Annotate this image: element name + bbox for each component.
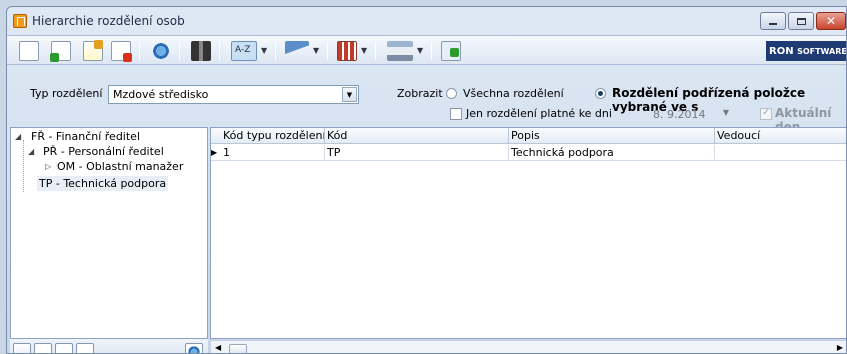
tree-item-fr[interactable]: FŘ - Finanční ředitel <box>31 129 140 144</box>
column-header[interactable]: Kód typu rozdělení <box>221 128 325 144</box>
column-header[interactable]: Vedoucí <box>715 128 846 144</box>
window: Hierarchie rozdělení osob ✕ A-Z ▼ ▼ ▼ ▼ … <box>6 6 847 354</box>
radio-all-label[interactable]: Všechna rozdělení <box>463 87 564 100</box>
radio-subordinate[interactable] <box>595 88 606 99</box>
maximize-button[interactable] <box>788 12 814 30</box>
add-icon[interactable] <box>50 41 71 62</box>
collapse-icon[interactable]: ◢ <box>28 147 34 156</box>
export-icon[interactable] <box>441 41 461 61</box>
valid-date-label[interactable]: Jen rozdělení platné ke dni <box>466 107 612 120</box>
scroll-thumb[interactable] <box>229 344 247 353</box>
collapse-icon[interactable]: ◢ <box>15 132 21 141</box>
new-icon[interactable] <box>13 343 31 353</box>
edit-icon[interactable] <box>83 40 103 61</box>
delete-icon[interactable] <box>111 41 132 62</box>
chevron-down-icon[interactable]: ▼ <box>342 87 357 102</box>
table-cell[interactable]: TP <box>325 145 509 161</box>
ron-software-logo: RON SOFTWARE <box>766 41 846 61</box>
print-icon[interactable] <box>387 41 413 61</box>
close-button[interactable]: ✕ <box>816 12 846 30</box>
type-select-value: Mzdové středisko <box>113 88 209 101</box>
table-cell[interactable]: Technická podpora <box>509 145 715 161</box>
show-label: Zobrazit : <box>397 87 450 100</box>
type-select[interactable]: Mzdové středisko ▼ <box>108 85 359 104</box>
sort-dropdown-icon[interactable]: ▼ <box>261 46 267 55</box>
tree-item-om[interactable]: OM - Oblastní manažer <box>57 159 183 174</box>
refresh-icon[interactable] <box>151 41 171 61</box>
tree-toolbar <box>10 339 208 353</box>
new-icon[interactable] <box>19 41 39 61</box>
scroll-right-icon[interactable]: ▶ <box>837 343 843 352</box>
hierarchy-tree: ◢ FŘ - Finanční ředitel ◢ PŘ - Personáln… <box>10 127 208 339</box>
table-row[interactable]: ▶ 1 TP Technická podpora <box>211 145 846 161</box>
print-dropdown-icon[interactable]: ▼ <box>417 46 423 55</box>
expand-icon[interactable]: ▷ <box>45 162 51 171</box>
valid-date-checkbox[interactable] <box>450 108 462 120</box>
data-grid: Kód typu rozdělení Kód Popis Vedoucí ▶ 1… <box>210 127 846 339</box>
find-icon[interactable] <box>191 41 211 61</box>
tree-item-pr[interactable]: PŘ - Personální ředitel <box>43 144 164 159</box>
columns-icon[interactable] <box>337 41 357 61</box>
row-indicator-icon: ▶ <box>211 148 218 157</box>
window-title: Hierarchie rozdělení osob <box>32 14 185 28</box>
filter-dropdown-icon[interactable]: ▼ <box>313 46 319 55</box>
add-icon[interactable] <box>34 343 52 353</box>
filter-icon[interactable] <box>285 41 309 61</box>
date-field[interactable]: 8. 9.2014 ▼ <box>641 107 733 124</box>
sort-icon[interactable]: A-Z <box>231 41 257 61</box>
radio-all[interactable] <box>446 88 457 99</box>
title-bar: Hierarchie rozdělení osob ✕ <box>7 7 846 35</box>
minimize-button[interactable] <box>760 12 786 30</box>
type-label: Typ rozdělení <box>30 87 103 100</box>
refresh-icon[interactable] <box>185 343 203 353</box>
delete-icon[interactable] <box>76 343 94 353</box>
columns-dropdown-icon[interactable]: ▼ <box>361 46 367 55</box>
grid-header: Kód typu rozdělení Kód Popis Vedoucí <box>211 128 846 144</box>
tree-item-tp[interactable]: TP - Technická podpora <box>37 176 169 191</box>
toolbar: A-Z ▼ ▼ ▼ ▼ RON SOFTWARE <box>7 35 846 65</box>
scroll-left-icon[interactable]: ◀ <box>215 343 221 352</box>
column-header[interactable]: Popis <box>509 128 715 144</box>
horizontal-scrollbar[interactable]: ◀ ▶ <box>210 340 846 353</box>
current-day-checkbox[interactable] <box>760 107 772 120</box>
edit-icon[interactable] <box>55 343 73 353</box>
column-header[interactable]: Kód <box>325 128 509 144</box>
table-cell[interactable] <box>715 145 846 161</box>
app-icon <box>13 14 27 28</box>
table-cell[interactable]: 1 <box>221 145 325 161</box>
